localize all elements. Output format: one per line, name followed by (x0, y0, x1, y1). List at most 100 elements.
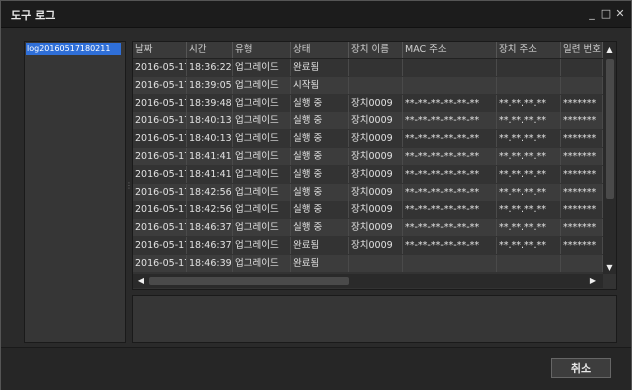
horizontal-scroll-thumb[interactable] (149, 277, 349, 285)
table-cell: 장치0009 (349, 148, 403, 165)
table-row[interactable]: 2016-05-17 18:42:56 업그레이드 실행 중 장치0009 **-**-*… (133, 201, 603, 219)
table-cell: ******* (561, 183, 603, 201)
table-cell: 18:40:13 (187, 112, 233, 130)
table-cell: **.**.**.** (497, 130, 561, 148)
log-file-item[interactable]: log20160517180211 (26, 43, 121, 55)
table-cell: **-**-**-**-**-** (403, 148, 497, 165)
table-cell: 2016-05-17 (133, 165, 187, 183)
table-row[interactable]: 2016-05-17 18:42:56 업그레이드 실행 중 장치0009 **-**-*… (133, 183, 603, 201)
table-cell: 업그레이드 (233, 59, 291, 76)
log-file-list[interactable]: log20160517180211 (24, 41, 126, 343)
table-cell: **.**.**.** (497, 112, 561, 130)
table-cell: 2016-05-17 (133, 59, 187, 76)
table-cell: 2016-05-17 (133, 76, 187, 94)
table-cell: **.**.**.** (497, 165, 561, 183)
table-row[interactable]: 2016-05-17 18:39:48 업그레이드 실행 중 장치0009 **-**-*… (133, 94, 603, 112)
table-cell: 실행 중 (291, 165, 349, 183)
table-cell: 18:46:37 (187, 219, 233, 237)
table-cell: 2016-05-17 (133, 201, 187, 219)
table-cell: ******* (561, 201, 603, 219)
table-cell: **-**-**-**-**-** (403, 130, 497, 148)
column-header[interactable]: 장치 이름 (349, 42, 403, 58)
table-cell: 업그레이드 (233, 219, 291, 237)
table-cell: 18:41:41 (187, 165, 233, 183)
table-cell: 완료됨 (291, 59, 349, 76)
scroll-up-icon[interactable]: ▲ (603, 44, 616, 56)
table-row[interactable]: 2016-05-17 18:41:41 업그레이드 실행 중 장치0009 **-**-*… (133, 148, 603, 165)
title-bar[interactable]: 도구 로그 _ □ ✕ (1, 1, 631, 28)
table-cell: 장치0009 (349, 112, 403, 130)
table-cell: 장치0009 (349, 165, 403, 183)
table-cell: ******* (561, 219, 603, 237)
table-cell: 실행 중 (291, 112, 349, 130)
column-header[interactable]: 장치 주소 (497, 42, 561, 58)
table-cell: 장치0009 (349, 237, 403, 254)
column-header[interactable]: MAC 주소 (403, 42, 497, 58)
table-cell: **.**.**.** (497, 201, 561, 219)
table-cell: 업그레이드 (233, 130, 291, 148)
table-cell (497, 59, 561, 76)
table-cell: 18:46:39 (187, 254, 233, 272)
table-cell: 업그레이드 (233, 183, 291, 201)
table-cell: 완료됨 (291, 254, 349, 272)
table-cell: 18:39:48 (187, 94, 233, 112)
maximize-button[interactable]: □ (599, 7, 613, 21)
table-row[interactable]: 2016-05-17 18:41:41 업그레이드 실행 중 장치0009 **-**-*… (133, 165, 603, 183)
table-row[interactable]: 2016-05-17 18:40:13 업그레이드 실행 중 장치0009 **-**-*… (133, 130, 603, 148)
table-cell: **-**-**-**-**-** (403, 237, 497, 254)
table-cell: 장치0009 (349, 219, 403, 237)
table-cell: 업그레이드 (233, 94, 291, 112)
table-row[interactable]: 2016-05-17 18:36:22 업그레이드 완료됨 (133, 59, 603, 76)
table-cell: 18:42:56 (187, 183, 233, 201)
table-cell: 실행 중 (291, 94, 349, 112)
table-cell: 업그레이드 (233, 201, 291, 219)
table-cell: 업그레이드 (233, 148, 291, 165)
tool-log-window: 도구 로그 _ □ ✕ log20160517180211 ⋮ 날짜 시간 유형 상태… (0, 0, 632, 390)
table-cell: 업그레이드 (233, 165, 291, 183)
splitter-handle[interactable]: ⋮ (125, 181, 133, 195)
scroll-left-icon[interactable]: ◀ (135, 274, 147, 288)
column-header[interactable]: 날짜 (133, 42, 187, 58)
table-cell: 실행 중 (291, 148, 349, 165)
close-button[interactable]: ✕ (613, 7, 627, 21)
table-cell: 업그레이드 (233, 76, 291, 94)
scroll-down-icon[interactable]: ▼ (603, 262, 616, 274)
table-cell: 업그레이드 (233, 254, 291, 272)
vertical-scroll-thumb[interactable] (606, 59, 614, 199)
table-cell: 실행 중 (291, 201, 349, 219)
column-header[interactable]: 시간 (187, 42, 233, 58)
table-cell: 장치0009 (349, 130, 403, 148)
table-cell: ******* (561, 237, 603, 254)
log-detail-panel (132, 295, 617, 343)
table-row[interactable]: 2016-05-17 18:39:05 업그레이드 시작됨 (133, 76, 603, 94)
table-cell: 2016-05-17 (133, 254, 187, 272)
table-row[interactable]: 2016-05-17 18:46:37 업그레이드 완료됨 장치0009 **-**-**… (133, 237, 603, 254)
table-cell: **.**.**.** (497, 237, 561, 254)
scroll-right-icon[interactable]: ▶ (587, 274, 599, 288)
table-cell (561, 76, 603, 94)
minimize-button[interactable]: _ (585, 7, 599, 21)
table-cell: **-**-**-**-**-** (403, 165, 497, 183)
table-cell: **-**-**-**-**-** (403, 183, 497, 201)
column-header[interactable]: 일련 번호 (561, 42, 603, 58)
table-row[interactable]: 2016-05-17 18:46:37 업그레이드 실행 중 장치0009 **-**-*… (133, 219, 603, 237)
column-header[interactable]: 유형 (233, 42, 291, 58)
table-cell: 실행 중 (291, 183, 349, 201)
table-cell (561, 254, 603, 272)
table-cell: 2016-05-17 (133, 94, 187, 112)
vertical-scrollbar[interactable]: ▲ ▼ (603, 42, 616, 274)
table-cell: **-**-**-**-**-** (403, 219, 497, 237)
table-cell: ******* (561, 165, 603, 183)
table-cell: 장치0009 (349, 94, 403, 112)
horizontal-scrollbar[interactable]: ◀ ▶ (133, 274, 603, 288)
table-cell: 18:40:13 (187, 130, 233, 148)
table-row[interactable]: 2016-05-17 18:46:39 업그레이드 완료됨 (133, 254, 603, 272)
cancel-button[interactable]: 취소 (551, 358, 611, 378)
table-cell: 실행 중 (291, 219, 349, 237)
table-cell: 18:41:41 (187, 148, 233, 165)
table-cell (403, 59, 497, 76)
log-table[interactable]: 날짜 시간 유형 상태 장치 이름 MAC 주소 장치 주소 일련 번호 2016-05-17… (132, 41, 617, 290)
table-row[interactable]: 2016-05-17 18:40:13 업그레이드 실행 중 장치0009 **-**-*… (133, 112, 603, 130)
window-title: 도구 로그 (11, 9, 56, 22)
column-header[interactable]: 상태 (291, 42, 349, 58)
